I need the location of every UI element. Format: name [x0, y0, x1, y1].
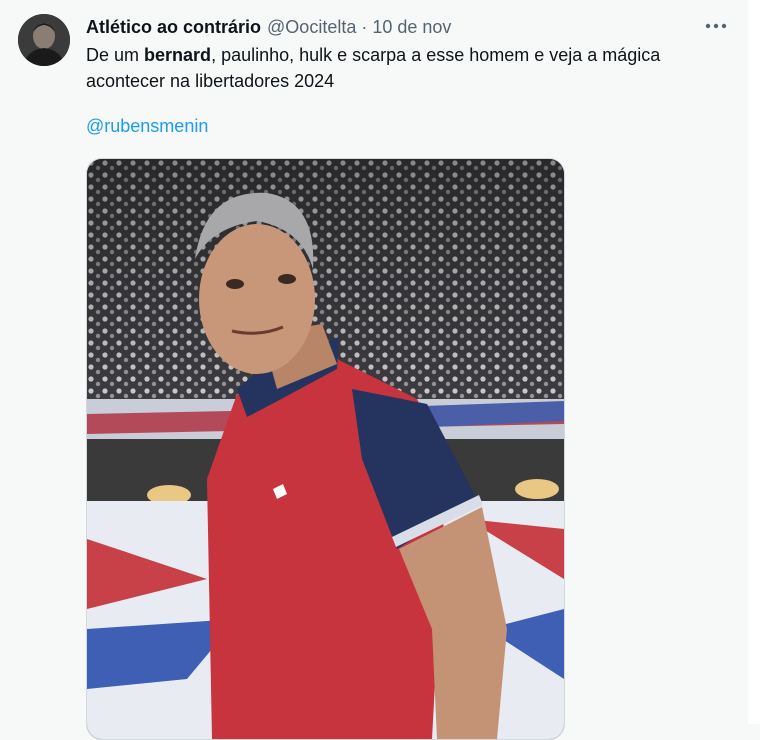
mention-link[interactable]: @rubensmenin: [86, 116, 208, 137]
author-avatar[interactable]: [18, 14, 70, 66]
tweet-text: De um bernard, paulinho, hulk e scarpa a…: [86, 42, 726, 94]
right-border: [748, 0, 760, 724]
tweet-photo[interactable]: [86, 158, 565, 740]
more-options-button[interactable]: [700, 12, 732, 40]
more-horizontal-icon: [705, 23, 727, 29]
tweet-text-bold: bernard: [144, 45, 212, 65]
author-handle[interactable]: @Oocitelta: [267, 17, 356, 38]
tweet-text-start: De um: [86, 45, 145, 65]
coach-photo: [87, 159, 564, 739]
avatar-image: [18, 14, 70, 66]
tweet-header: Atlético ao contrário @Oocitelta · 10 de…: [86, 14, 451, 40]
header-separator: ·: [361, 16, 368, 37]
tweet-date[interactable]: 10 de nov: [372, 17, 451, 38]
tweet-card[interactable]: Atlético ao contrário @Oocitelta · 10 de…: [0, 0, 748, 740]
author-name[interactable]: Atlético ao contrário: [86, 17, 261, 38]
